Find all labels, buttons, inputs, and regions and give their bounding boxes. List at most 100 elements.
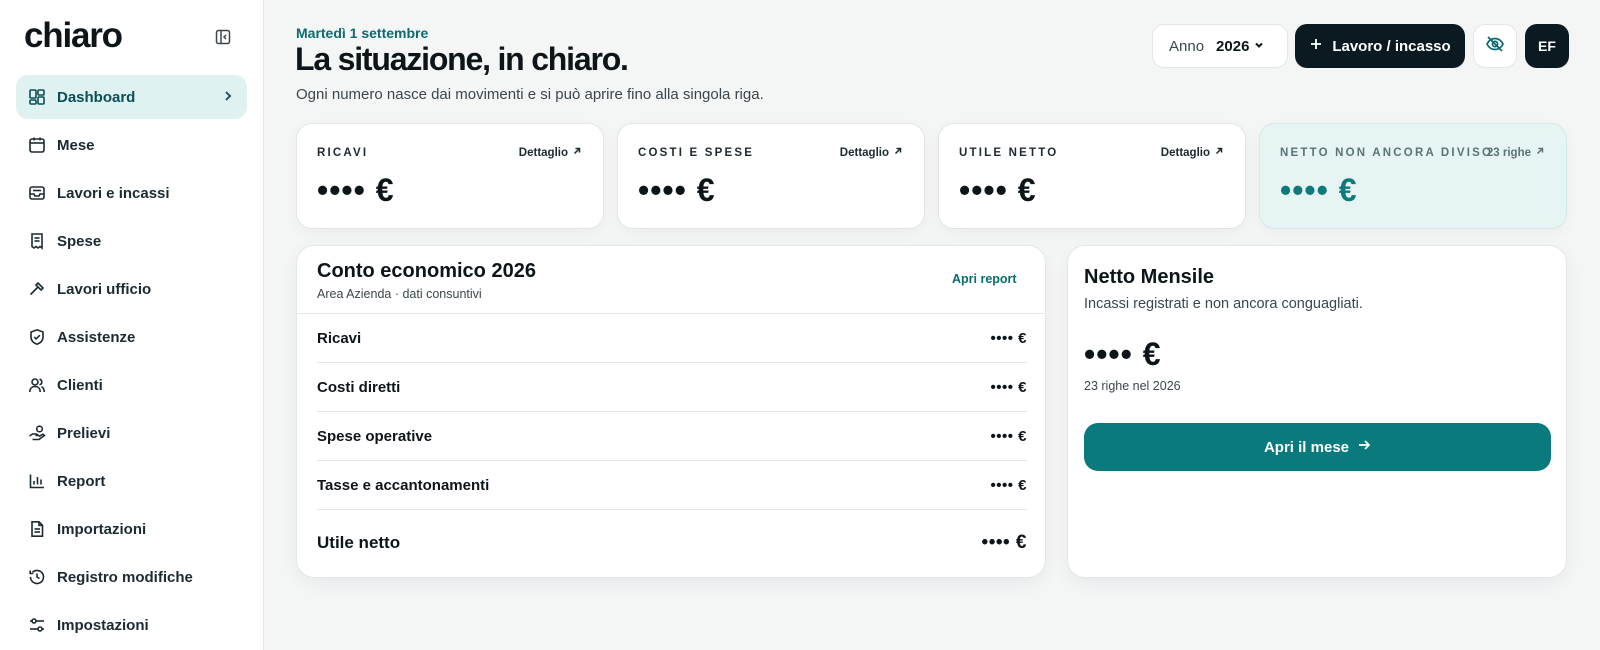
income-statement-panel: Conto economico 2026 Area Azienda · dati… xyxy=(296,245,1046,578)
shield-check-icon xyxy=(28,328,46,346)
kpi-value: •••• € xyxy=(317,172,395,208)
sidebar-item-label: Lavori ufficio xyxy=(57,280,152,298)
panel-title: Conto economico 2026 xyxy=(317,260,536,282)
receipt-icon xyxy=(28,232,46,250)
sidebar-item-label: Prelievi xyxy=(57,424,111,442)
kpi-value: •••• € xyxy=(638,172,716,208)
sidebar-item-lavori-ufficio[interactable]: Lavori ufficio xyxy=(16,267,247,311)
sidebar-item-impostazioni[interactable]: Impostazioni xyxy=(16,603,247,647)
logo: chiaro xyxy=(24,16,123,55)
sidebar-item-mese[interactable]: Mese xyxy=(16,123,247,167)
arrow-up-right-icon xyxy=(572,146,582,159)
sidebar-item-registro-modifiche[interactable]: Registro modifiche xyxy=(16,555,247,599)
sidebar-item-label: Impostazioni xyxy=(57,616,149,634)
year-dropdown[interactable]: 2026 xyxy=(1216,38,1265,55)
sidebar-item-label: Registro modifiche xyxy=(57,568,193,586)
kpi-card-utile-netto: UTILE NETTO Dettaglio •••• € xyxy=(938,123,1246,229)
total-label: Utile netto xyxy=(317,533,401,552)
sidebar-item-label: Report xyxy=(57,472,106,490)
sidebar-nav: Dashboard Mese Lavori e incassi Spese La… xyxy=(16,75,247,650)
page-subtitle: Ogni numero nasce dai movimenti e si può… xyxy=(296,86,764,103)
rows-count: 23 righe nel 2026 xyxy=(1084,379,1181,393)
panel-title: Netto Mensile xyxy=(1084,266,1215,288)
monthly-net-panel: Netto Mensile Incassi registrati e non a… xyxy=(1067,245,1567,578)
dashboard-icon xyxy=(28,88,46,106)
kpi-rows-link[interactable]: 23 righe xyxy=(1487,146,1545,159)
row-value: •••• € xyxy=(990,378,1027,396)
calendar-icon xyxy=(28,136,46,154)
sidebar-item-spese[interactable]: Spese xyxy=(16,219,247,263)
kpi-link-label: Dettaglio xyxy=(1160,146,1210,159)
year-label: Anno xyxy=(1169,37,1205,55)
kpi-value: •••• € xyxy=(1280,172,1358,208)
file-import-icon xyxy=(28,520,46,538)
table-row[interactable]: Costi diretti •••• € xyxy=(317,363,1027,412)
chevron-right-icon xyxy=(221,89,235,107)
sliders-icon xyxy=(28,616,46,634)
kpi-detail-link[interactable]: Dettaglio xyxy=(519,146,582,159)
sidebar-item-label: Importazioni xyxy=(57,520,147,538)
sidebar-item-dashboard[interactable]: Dashboard xyxy=(16,75,247,119)
kpi-label: RICAVI xyxy=(317,147,369,159)
row-label: Tasse e accantonamenti xyxy=(317,476,490,494)
sidebar-item-label: Dashboard xyxy=(57,88,136,106)
sidebar: chiaro Dashboard Mese Lavori e incassi S… xyxy=(0,0,264,650)
kpi-detail-link[interactable]: Dettaglio xyxy=(840,146,903,159)
row-value: •••• € xyxy=(990,476,1027,494)
row-value: •••• € xyxy=(990,329,1027,347)
panel-subtitle: Incassi registrati e non ancora conguagl… xyxy=(1084,296,1363,312)
table-row[interactable]: Tasse e accantonamenti •••• € xyxy=(317,461,1027,510)
plus-icon xyxy=(1309,37,1323,55)
inbox-icon xyxy=(28,184,46,202)
sidebar-item-label: Assistenze xyxy=(57,328,136,346)
sidebar-item-label: Clienti xyxy=(57,376,103,394)
open-month-button[interactable]: Apri il mese xyxy=(1084,423,1551,471)
history-icon xyxy=(28,568,46,586)
monthly-net-value: •••• € xyxy=(1084,336,1162,372)
row-label: Costi diretti xyxy=(317,378,401,396)
toggle-visibility-button[interactable] xyxy=(1473,24,1517,68)
kpi-label: NETTO NON ANCORA DIVISO xyxy=(1280,147,1494,159)
kpi-label: UTILE NETTO xyxy=(959,147,1059,159)
collapse-sidebar-icon[interactable] xyxy=(212,26,234,48)
sidebar-item-label: Lavori e incassi xyxy=(57,184,170,202)
sidebar-item-clienti[interactable]: Clienti xyxy=(16,363,247,407)
total-value: •••• € xyxy=(981,532,1027,553)
income-statement-rows: Ricavi •••• € Costi diretti •••• € Spese… xyxy=(317,314,1027,576)
kpi-detail-link[interactable]: Dettaglio xyxy=(1161,146,1224,159)
chevron-down-icon xyxy=(1253,38,1265,55)
kpi-card-costi: COSTI E SPESE Dettaglio •••• € xyxy=(617,123,925,229)
page-title: La situazione, in chiaro. xyxy=(295,41,629,77)
table-row[interactable]: Spese operative •••• € xyxy=(317,412,1027,461)
hammer-icon xyxy=(28,280,46,298)
sidebar-item-importazioni[interactable]: Importazioni xyxy=(16,507,247,551)
open-month-label: Apri il mese xyxy=(1263,438,1350,456)
user-avatar[interactable]: EF xyxy=(1525,24,1569,68)
arrow-up-right-icon xyxy=(1535,146,1545,159)
sidebar-item-label: Spese xyxy=(57,232,102,250)
year-value: 2026 xyxy=(1216,37,1250,55)
add-button-label: Lavoro / incasso xyxy=(1332,37,1451,55)
current-date: Martedì 1 settembre xyxy=(296,25,429,41)
arrow-up-right-icon xyxy=(893,146,903,159)
add-lavoro-incasso-button[interactable]: Lavoro / incasso xyxy=(1295,24,1465,68)
table-row[interactable]: Ricavi •••• € xyxy=(317,314,1027,363)
arrow-up-right-icon xyxy=(1214,146,1224,159)
kpi-link-label: Dettaglio xyxy=(839,146,889,159)
panel-subtitle: Area Azienda · dati consuntivi xyxy=(317,287,482,301)
users-icon xyxy=(28,376,46,394)
bar-chart-icon xyxy=(28,472,46,490)
arrow-right-icon xyxy=(1357,438,1371,456)
kpi-link-label: Dettaglio xyxy=(518,146,568,159)
hand-coins-icon xyxy=(28,424,46,442)
row-label: Ricavi xyxy=(317,329,362,347)
kpi-link-label: 23 righe xyxy=(1486,146,1531,159)
sidebar-item-prelievi[interactable]: Prelievi xyxy=(16,411,247,455)
total-row: Utile netto •••• € xyxy=(317,510,1027,576)
year-selector: Anno 2026 xyxy=(1152,24,1288,68)
sidebar-item-assistenze[interactable]: Assistenze xyxy=(16,315,247,359)
sidebar-item-lavori-incassi[interactable]: Lavori e incassi xyxy=(16,171,247,215)
open-report-link[interactable]: Apri report xyxy=(952,272,1017,286)
kpi-card-ricavi: RICAVI Dettaglio •••• € xyxy=(296,123,604,229)
sidebar-item-report[interactable]: Report xyxy=(16,459,247,503)
